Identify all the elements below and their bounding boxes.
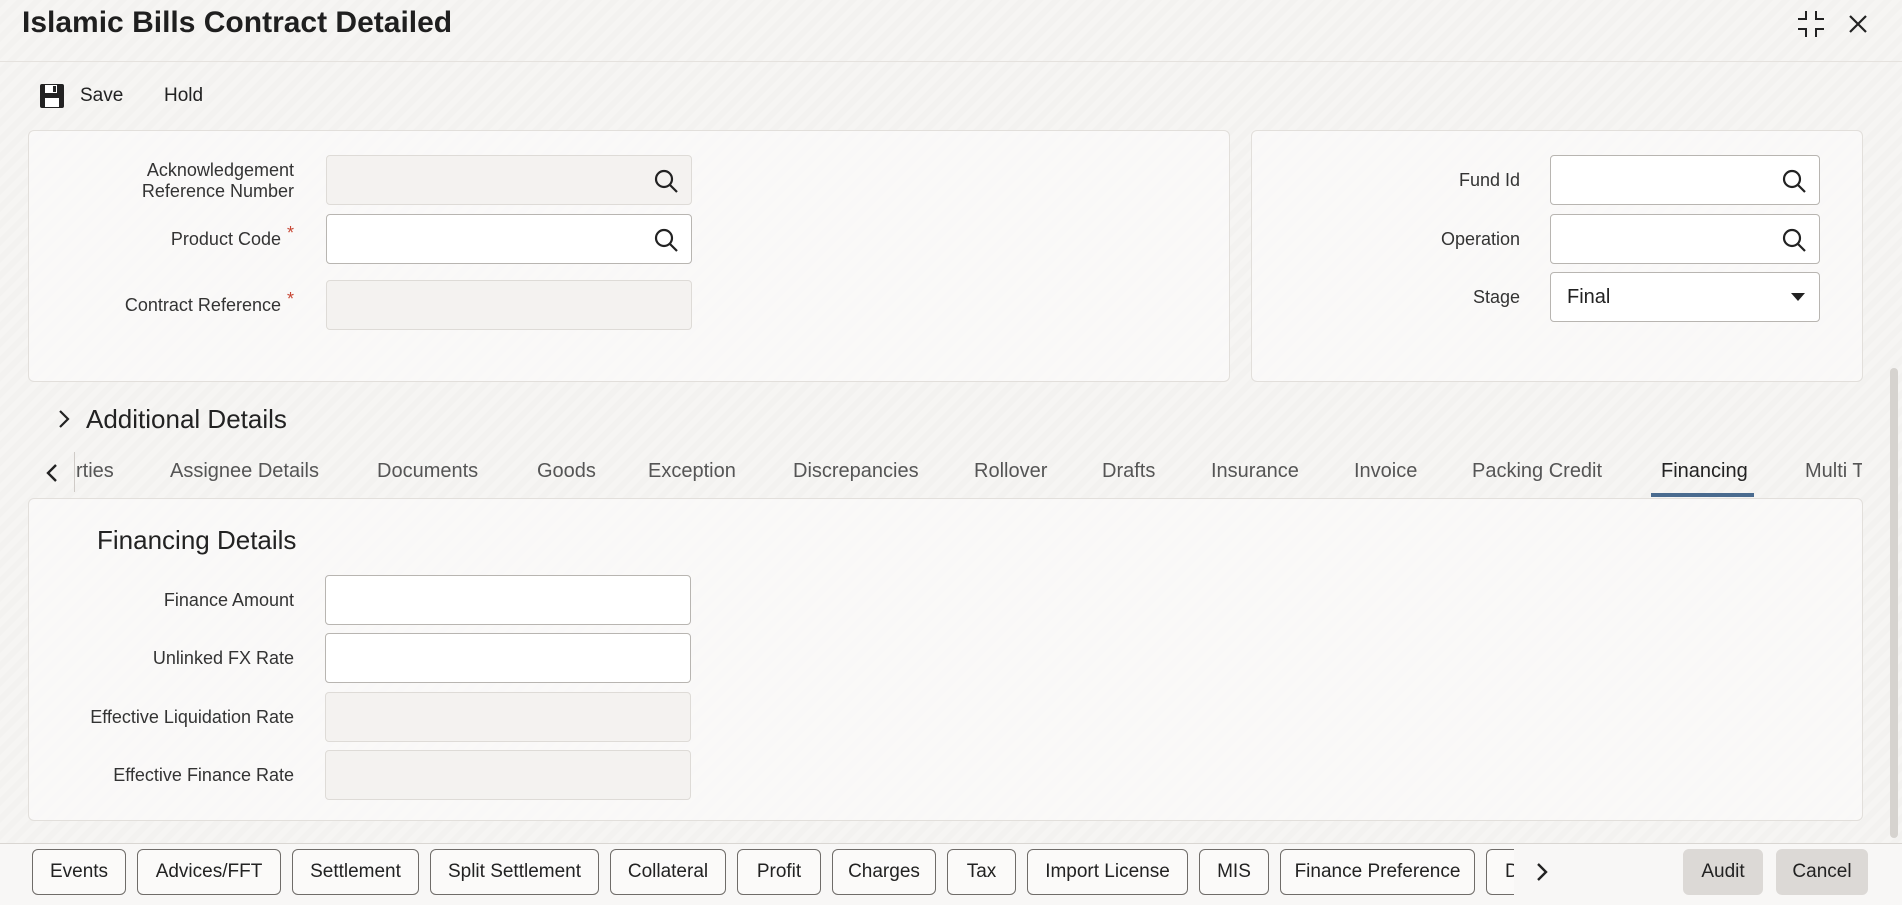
tab-drafts[interactable]: Drafts xyxy=(1102,460,1155,483)
tab-multi-tenor[interactable]: Multi T xyxy=(1805,460,1862,483)
cancel-button[interactable]: Cancel xyxy=(1776,849,1868,895)
tab-parties[interactable]: rties xyxy=(76,460,114,483)
finance-amount-label: Finance Amount xyxy=(163,590,294,610)
financing-details-title: Financing Details xyxy=(97,525,297,555)
search-icon[interactable] xyxy=(1781,168,1807,194)
tab-strip: rties Assignee Details Documents Goods E… xyxy=(42,448,1862,498)
effective-finance-rate-input[interactable] xyxy=(326,751,690,799)
compress-icon[interactable] xyxy=(1793,6,1829,42)
close-icon[interactable] xyxy=(1840,6,1876,42)
fund-id-input[interactable] xyxy=(1551,156,1819,204)
stage-label: Stage xyxy=(1472,287,1520,307)
events-button[interactable]: Events xyxy=(32,849,126,895)
hold-button[interactable]: Hold xyxy=(164,80,203,112)
additional-details-toggle[interactable]: Additional Details xyxy=(86,404,287,435)
tab-packing-credit[interactable]: Packing Credit xyxy=(1472,460,1602,483)
tab-discrepancies[interactable]: Discrepancies xyxy=(793,460,919,483)
mis-button[interactable]: MIS xyxy=(1199,849,1269,895)
active-tab-indicator xyxy=(1651,493,1754,497)
save-label: Save xyxy=(80,85,124,106)
settlement-button[interactable]: Settlement xyxy=(292,849,419,895)
tab-invoice[interactable]: Invoice xyxy=(1354,460,1417,483)
chevron-down-icon xyxy=(1791,293,1805,301)
finance-amount-input[interactable] xyxy=(326,576,690,624)
contract-ref-input[interactable] xyxy=(327,281,691,329)
tab-insurance[interactable]: Insurance xyxy=(1211,460,1299,483)
finance-preference-button[interactable]: Finance Preference xyxy=(1280,849,1475,895)
fund-id-label: Fund Id xyxy=(1458,170,1520,190)
product-code-field[interactable] xyxy=(326,214,692,264)
effective-finance-rate-field[interactable] xyxy=(325,750,691,800)
tab-goods[interactable]: Goods xyxy=(537,460,596,483)
tab-exception[interactable]: Exception xyxy=(648,460,736,483)
contract-ref-field[interactable] xyxy=(326,280,692,330)
chevron-right-icon[interactable] xyxy=(52,404,82,434)
product-code-label: Product Code * xyxy=(170,223,294,249)
title-bar: Islamic Bills Contract Detailed xyxy=(0,0,1902,62)
tab-assignee-details[interactable]: Assignee Details xyxy=(170,460,319,483)
tab-documents[interactable]: Documents xyxy=(377,460,478,483)
effective-liquidation-rate-field[interactable] xyxy=(325,692,691,742)
ack-ref-input[interactable] xyxy=(327,156,691,204)
operation-field[interactable] xyxy=(1550,214,1820,264)
operation-label: Operation xyxy=(1440,229,1520,249)
unlinked-fx-rate-field[interactable] xyxy=(325,633,691,683)
tab-rollover[interactable]: Rollover xyxy=(974,460,1047,483)
fund-id-field[interactable] xyxy=(1550,155,1820,205)
audit-button[interactable]: Audit xyxy=(1683,849,1763,895)
charges-button[interactable]: Charges xyxy=(832,849,936,895)
save-button[interactable]: Save xyxy=(38,80,123,112)
floppy-disk-icon xyxy=(38,82,66,110)
vertical-scrollbar[interactable] xyxy=(1890,368,1898,838)
finance-amount-field[interactable] xyxy=(325,575,691,625)
effective-finance-rate-label: Effective Finance Rate xyxy=(113,765,294,785)
product-code-input[interactable] xyxy=(327,215,691,263)
advices-fft-button[interactable]: Advices/FFT xyxy=(137,849,281,895)
search-icon[interactable] xyxy=(653,227,679,253)
search-icon[interactable] xyxy=(1781,227,1807,253)
contract-window: Islamic Bills Contract Detailed Save Hol… xyxy=(0,0,1902,905)
contract-ref-label: Contract Reference * xyxy=(124,289,294,315)
financing-panel xyxy=(28,498,1863,821)
split-settlement-button[interactable]: Split Settlement xyxy=(430,849,599,895)
window-title: Islamic Bills Contract Detailed xyxy=(22,6,453,39)
ack-ref-label: Acknowledgement Reference Number xyxy=(141,160,294,201)
stage-select[interactable]: Final xyxy=(1550,272,1820,322)
collateral-button[interactable]: Collateral xyxy=(610,849,726,895)
profit-button[interactable]: Profit xyxy=(737,849,821,895)
chevron-right-icon xyxy=(1530,863,1554,891)
tab-financing[interactable]: Financing xyxy=(1661,460,1748,483)
import-license-button[interactable]: Import License xyxy=(1027,849,1188,895)
unlinked-fx-rate-label: Unlinked FX Rate xyxy=(152,648,294,668)
truncated-footer-button[interactable]: D xyxy=(1486,849,1514,895)
unlinked-fx-rate-input[interactable] xyxy=(326,634,690,682)
operation-input[interactable] xyxy=(1551,215,1819,263)
ack-ref-field[interactable] xyxy=(326,155,692,205)
stage-selected-value: Final xyxy=(1567,286,1611,308)
effective-liquidation-rate-input[interactable] xyxy=(326,693,690,741)
tax-button[interactable]: Tax xyxy=(947,849,1016,895)
search-icon[interactable] xyxy=(653,168,679,194)
effective-liquidation-rate-label: Effective Liquidation Rate xyxy=(90,707,294,727)
footer-scroll-right[interactable] xyxy=(1530,857,1556,887)
